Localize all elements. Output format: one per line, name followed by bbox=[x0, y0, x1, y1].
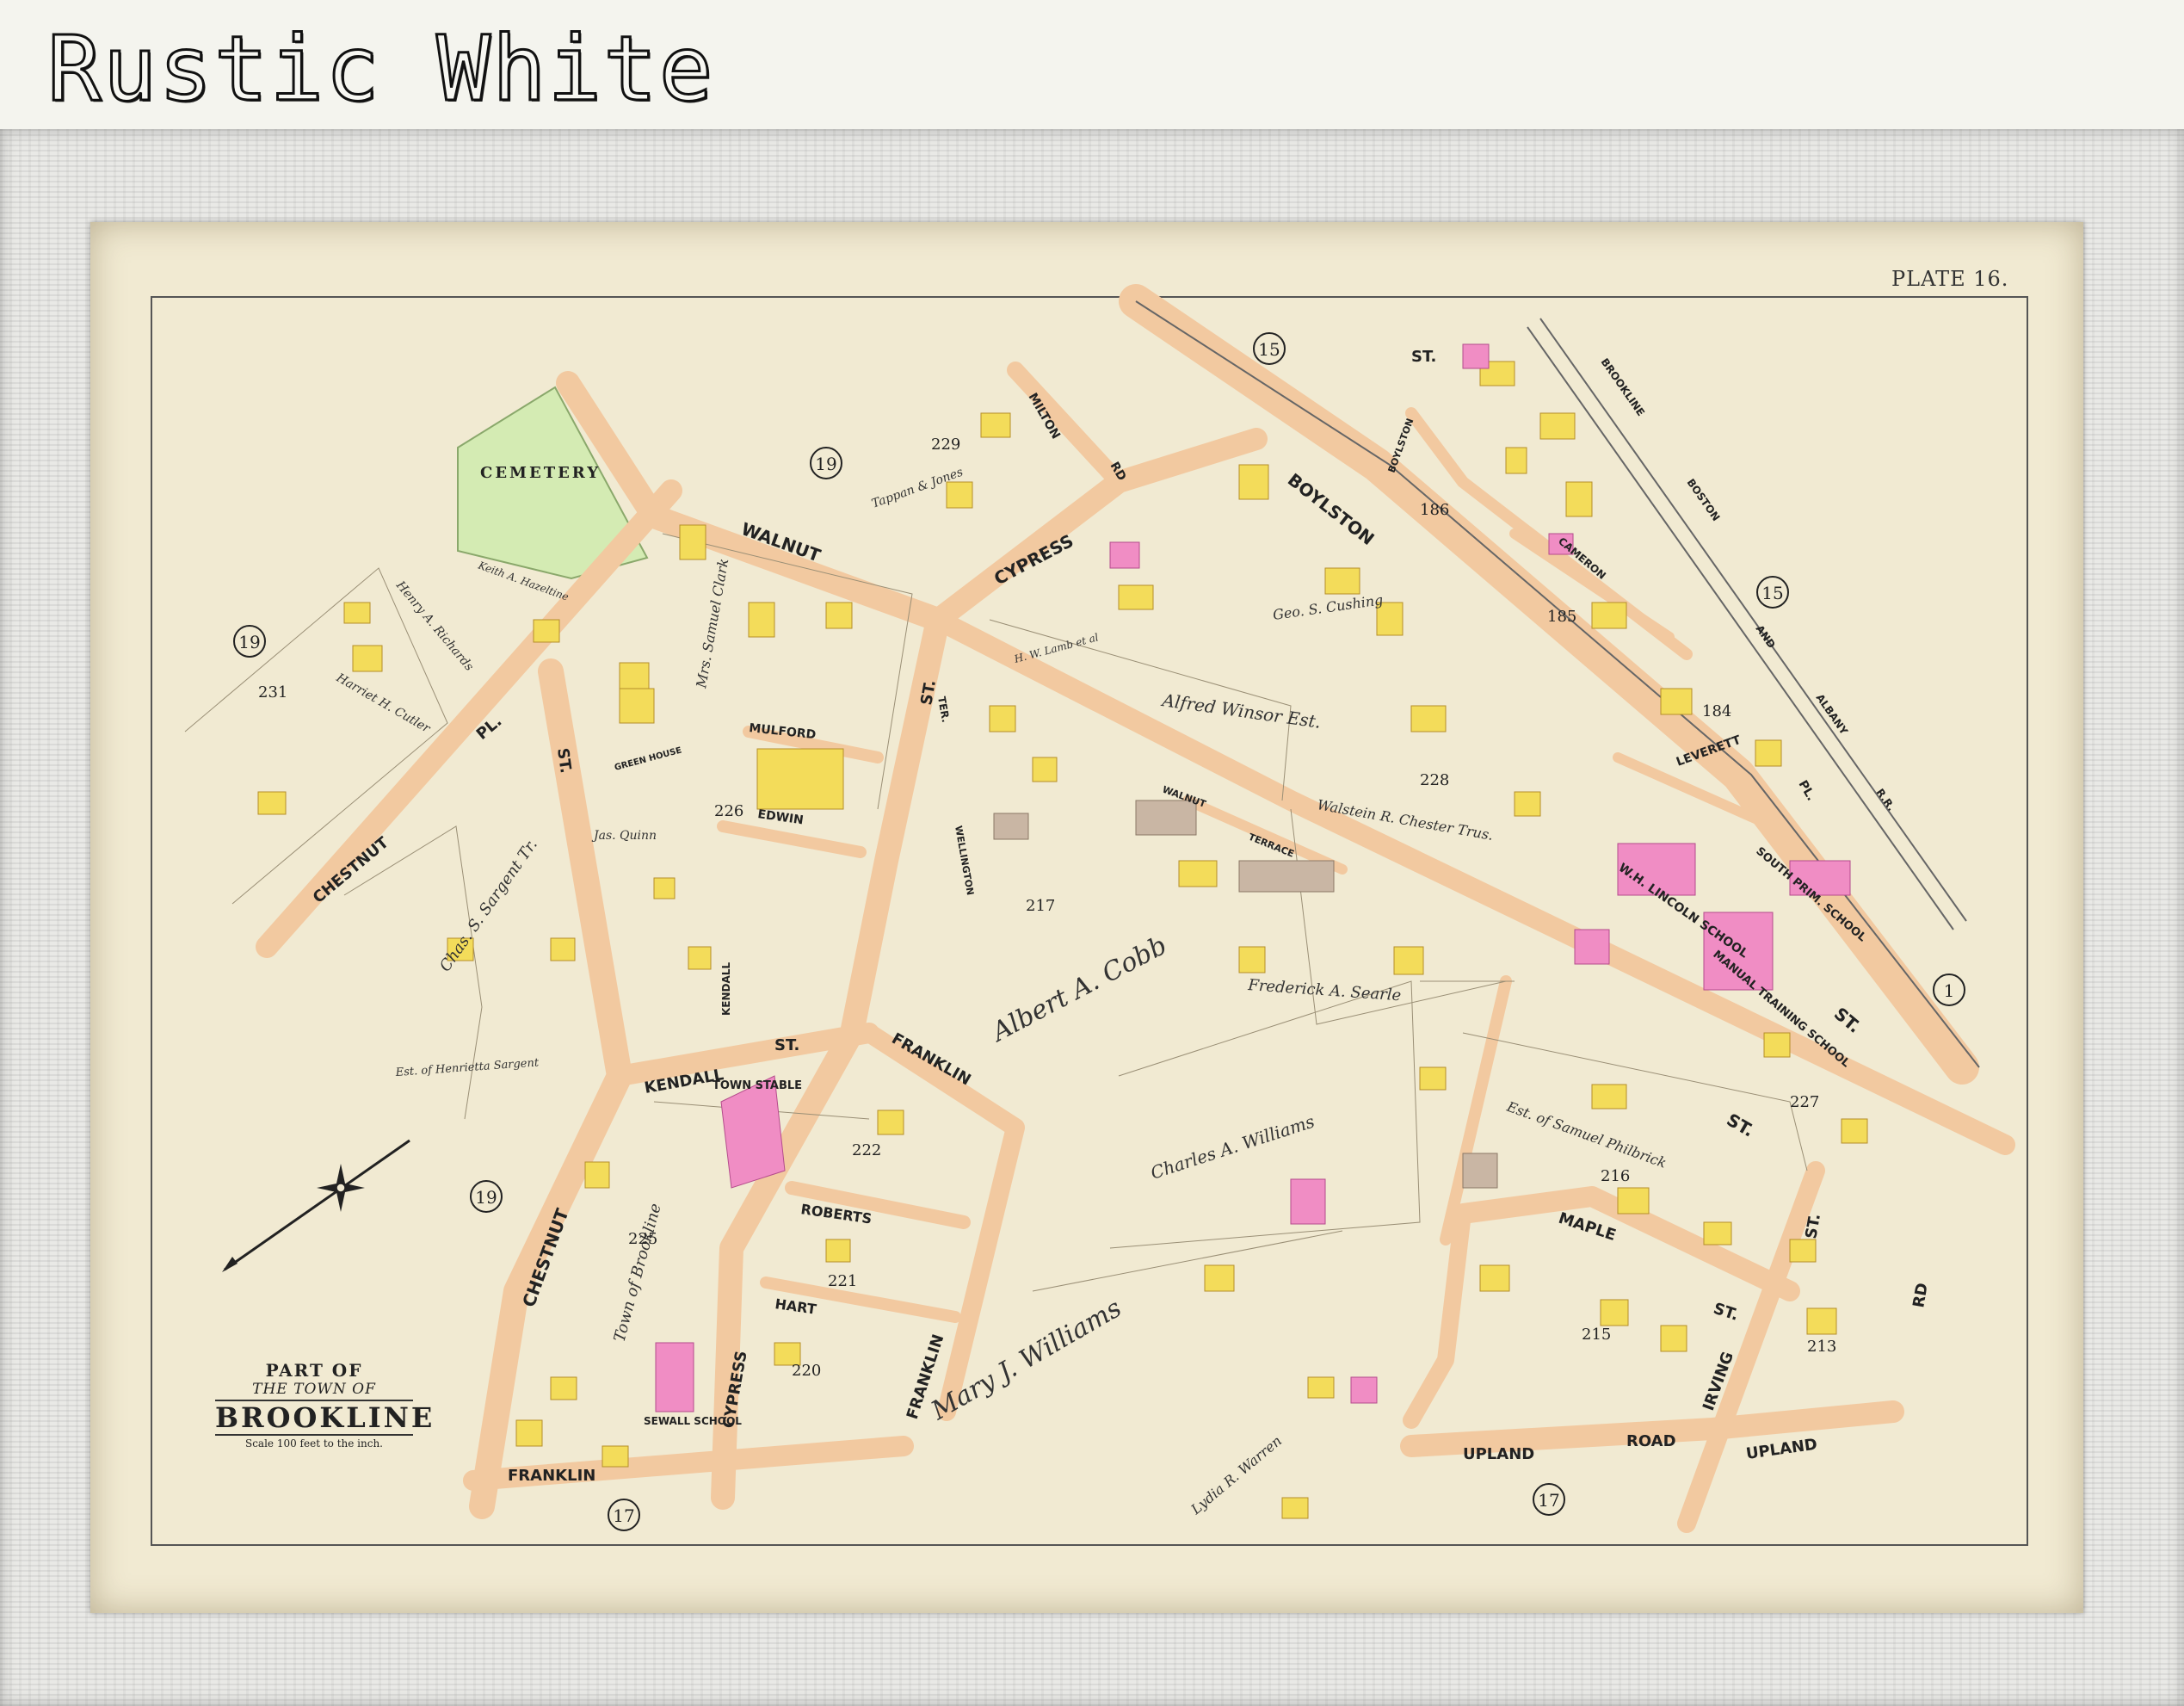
st-main-label: ST. bbox=[1830, 1003, 1865, 1036]
cemetery-label: CEMETERY bbox=[480, 464, 601, 482]
block-number: 225 bbox=[628, 1230, 657, 1248]
ward-marker: 15 bbox=[1756, 576, 1789, 609]
green-house-label: GREEN HOUSE bbox=[614, 745, 683, 772]
ward-marker: 17 bbox=[608, 1499, 640, 1531]
boston-label: BOSTON bbox=[1685, 477, 1723, 523]
ward-marker: 1 bbox=[1933, 974, 1965, 1006]
svg-text:17: 17 bbox=[613, 1505, 634, 1526]
ward-marker: 19 bbox=[470, 1180, 503, 1213]
block-number: 186 bbox=[1420, 501, 1449, 519]
block-number: 227 bbox=[1790, 1093, 1819, 1111]
upland-right-label: UPLAND bbox=[1745, 1436, 1818, 1463]
owner-charles-williams: Charles A. Williams bbox=[1148, 1111, 1317, 1184]
edwin-label: EDWIN bbox=[756, 807, 804, 827]
wellington-label: WELLINGTON bbox=[953, 825, 976, 896]
st-top-label: ST. bbox=[1411, 348, 1436, 366]
kendall-st-label: ST. bbox=[774, 1036, 799, 1054]
block-number: 231 bbox=[258, 683, 287, 702]
owner-albert-cobb: Albert A. Cobb bbox=[985, 930, 1172, 1049]
svg-text:17: 17 bbox=[1538, 1490, 1559, 1511]
block-number: 229 bbox=[931, 436, 960, 454]
scale-note: Scale 100 feet to the inch. bbox=[244, 1437, 383, 1449]
owner-harriet-cutler: Harriet H. Cutler bbox=[333, 671, 433, 736]
ward-marker: 19 bbox=[810, 447, 842, 479]
block-number: 216 bbox=[1601, 1167, 1630, 1185]
st-right-label: ST. bbox=[1802, 1212, 1824, 1240]
block-number: 184 bbox=[1702, 702, 1731, 720]
owner-h-w-lamb: H. W. Lamb et al bbox=[1012, 631, 1100, 665]
block-number: 215 bbox=[1582, 1326, 1611, 1344]
sewall-school-label: SEWALL SCHOOL bbox=[644, 1415, 742, 1427]
title-line-3: BROOKLINE bbox=[215, 1400, 435, 1436]
ward-marker: 19 bbox=[233, 625, 266, 658]
block-number: 185 bbox=[1547, 608, 1576, 626]
owner-alfred-winsor: Alfred Winsor Est. bbox=[1159, 689, 1322, 732]
ward-marker: 15 bbox=[1253, 332, 1286, 365]
svg-text:19: 19 bbox=[815, 454, 836, 474]
owner-town-of-brookline: Town of Brookline bbox=[611, 1202, 665, 1344]
town-stable-label: TOWN STABLE bbox=[713, 1079, 802, 1092]
ward-marker: 17 bbox=[1533, 1483, 1565, 1516]
pl-right-label: PL. bbox=[1796, 778, 1818, 803]
svg-text:15: 15 bbox=[1761, 583, 1783, 603]
block-number: 226 bbox=[714, 802, 743, 820]
boylston-label: BOYLSTON bbox=[1284, 469, 1379, 549]
plate-number: PLATE 16. bbox=[1891, 267, 2009, 291]
franklin-bottom-label: FRANKLIN bbox=[508, 1467, 595, 1485]
road-label: ROAD bbox=[1626, 1432, 1676, 1450]
and-label: AND bbox=[1754, 623, 1778, 651]
owner-lydia-warren: Lydia R. Warren bbox=[1188, 1432, 1286, 1518]
svg-text:15: 15 bbox=[1258, 339, 1280, 360]
owner-henry-richards: Henry A. Richards bbox=[392, 578, 476, 674]
owner-jas-quinn: Jas. Quinn bbox=[591, 829, 657, 843]
st-chestnut-label: ST. bbox=[553, 747, 575, 775]
block-number: 220 bbox=[792, 1362, 821, 1380]
owner-samuel-clark: Mrs. Samuel Clark bbox=[693, 557, 731, 689]
owner-henrietta-sargent: Est. of Henrietta Sargent bbox=[394, 1056, 540, 1079]
svg-text:19: 19 bbox=[475, 1187, 497, 1208]
owner-samuel-philbrick: Est. of Samuel Philbrick bbox=[1504, 1098, 1669, 1171]
title-line-1: PART OF bbox=[265, 1360, 363, 1381]
svg-text:1: 1 bbox=[1944, 980, 1955, 1001]
block-number: 213 bbox=[1807, 1338, 1836, 1356]
svg-text:19: 19 bbox=[238, 632, 260, 652]
compass-rose-icon bbox=[222, 1139, 410, 1272]
rd-right-label: RD bbox=[1909, 1282, 1932, 1309]
block-number: 217 bbox=[1026, 897, 1055, 915]
st-lower-label: ST. bbox=[1724, 1110, 1758, 1141]
rr-label: R.R. bbox=[1874, 787, 1898, 813]
title-line-2: THE TOWN OF bbox=[252, 1381, 376, 1398]
ter-label: TER. bbox=[935, 695, 952, 723]
kendall-v-label: KENDALL bbox=[720, 962, 732, 1016]
brookline-map: WALNUT CYPRESS BOYLSTON ST. MILTON RD CH… bbox=[151, 284, 2028, 1546]
block-number: 228 bbox=[1420, 771, 1449, 789]
upland-left-label: UPLAND bbox=[1463, 1445, 1534, 1463]
hart-label: HART bbox=[774, 1295, 817, 1318]
owner-chas-sargent: Chas. S. Sargent Tr. bbox=[436, 836, 541, 975]
map-title-cartouche: PART OF THE TOWN OF BROOKLINE Scale 100 … bbox=[207, 1360, 435, 1449]
maple-st-label: ST. bbox=[1711, 1300, 1740, 1325]
owner-geo-cushing: Geo. S. Cushing bbox=[1272, 591, 1384, 623]
owner-frederick-searle: Frederick A. Searle bbox=[1247, 976, 1402, 1004]
block-number: 222 bbox=[852, 1141, 881, 1159]
block-number: 221 bbox=[828, 1272, 857, 1290]
brookline-label: BROOKLINE bbox=[1599, 356, 1647, 418]
